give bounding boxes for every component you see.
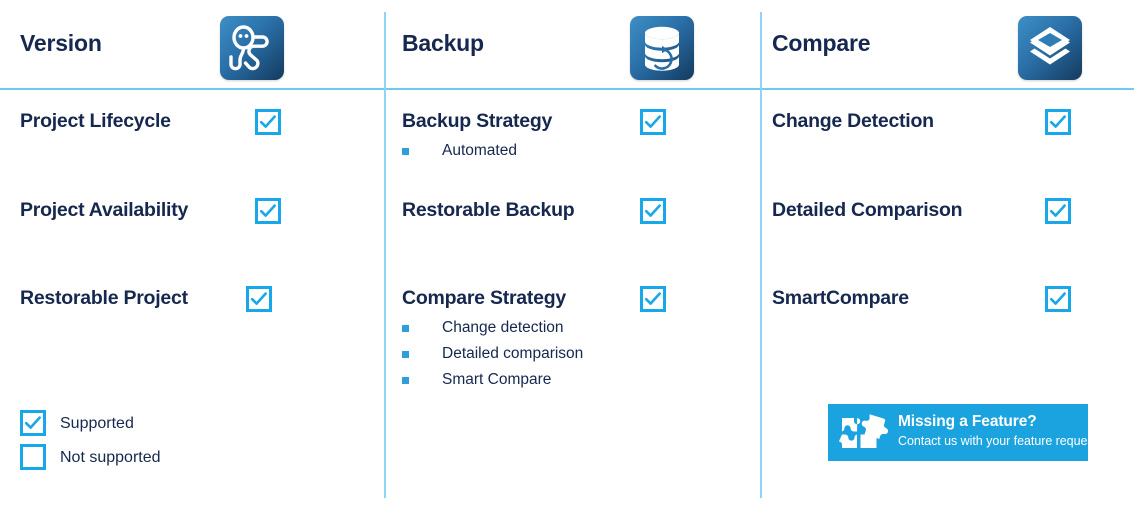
missing-feature-banner[interactable]: Missing a Feature? Contact us with your … (828, 404, 1088, 461)
version-person-icon (220, 16, 284, 80)
column-header-version: Version (18, 16, 366, 80)
feature-label: Project Availability (20, 199, 189, 221)
feature-label: Detailed Comparison (772, 199, 963, 221)
feature-checkbox[interactable] (255, 109, 281, 135)
column-title: Compare (772, 30, 871, 56)
feature-row: Detailed Comparison (770, 197, 1116, 227)
banner-subtitle: Contact us with your feature request! (898, 434, 1088, 448)
column-header-backup: Backup (400, 16, 742, 80)
comparison-matrix: Version Project Lifecycle Project Availa… (0, 0, 1134, 510)
column-version: Version Project Lifecycle Project Availa… (0, 0, 384, 510)
bullet-label: Detailed comparison (442, 345, 584, 362)
column-header-compare: Compare (770, 16, 1116, 80)
bullet-icon (402, 351, 409, 358)
feature-bullet-list: Automated (402, 138, 517, 164)
feature-row: Compare Strategy Change detection Detail… (400, 285, 742, 388)
banner-title: Missing a Feature? (898, 413, 1037, 430)
feature-label: Compare Strategy (402, 287, 566, 309)
feature-label: Change Detection (772, 110, 934, 132)
bullet-icon (402, 377, 409, 384)
feature-row: Project Availability (18, 197, 366, 227)
legend-label: Not supported (60, 449, 161, 466)
feature-checkbox[interactable] (1045, 286, 1071, 312)
layers-stack-icon (1018, 16, 1082, 80)
feature-label: SmartCompare (772, 287, 909, 309)
feature-label: Restorable Backup (402, 199, 575, 221)
feature-label: Restorable Project (20, 287, 188, 309)
list-item: Smart Compare (402, 367, 583, 393)
feature-row: Restorable Backup (400, 197, 742, 227)
feature-bullet-list: Change detection Detailed comparison Sma… (402, 315, 583, 393)
bullet-icon (402, 325, 409, 332)
puzzle-pieces-icon (838, 412, 890, 454)
feature-checkbox[interactable] (640, 109, 666, 135)
feature-checkbox[interactable] (246, 286, 272, 312)
feature-row: Restorable Project (18, 285, 366, 315)
column-backup: Backup Backup Strategy Automated Restora… (384, 0, 760, 510)
bullet-label: Automated (442, 142, 517, 159)
feature-row: Backup Strategy Automated (400, 108, 742, 159)
feature-checkbox[interactable] (255, 198, 281, 224)
bullet-label: Smart Compare (442, 371, 552, 388)
bullet-label: Change detection (442, 319, 564, 336)
feature-row: SmartCompare (770, 285, 1116, 315)
feature-checkbox[interactable] (640, 198, 666, 224)
feature-checkbox[interactable] (640, 286, 666, 312)
feature-checkbox[interactable] (1045, 198, 1071, 224)
legend-checkbox-checked (20, 410, 46, 436)
list-item: Detailed comparison (402, 341, 583, 367)
feature-row: Project Lifecycle (18, 108, 366, 138)
column-title: Backup (402, 30, 484, 56)
bullet-icon (402, 148, 409, 155)
database-restore-icon (630, 16, 694, 80)
column-title: Version (20, 30, 102, 56)
feature-label: Project Lifecycle (20, 110, 171, 132)
feature-label: Backup Strategy (402, 110, 553, 132)
feature-row: Change Detection (770, 108, 1116, 138)
feature-checkbox[interactable] (1045, 109, 1071, 135)
legend-checkbox-unchecked (20, 444, 46, 470)
list-item: Automated (402, 138, 517, 164)
legend-label: Supported (60, 415, 134, 432)
list-item: Change detection (402, 315, 583, 341)
